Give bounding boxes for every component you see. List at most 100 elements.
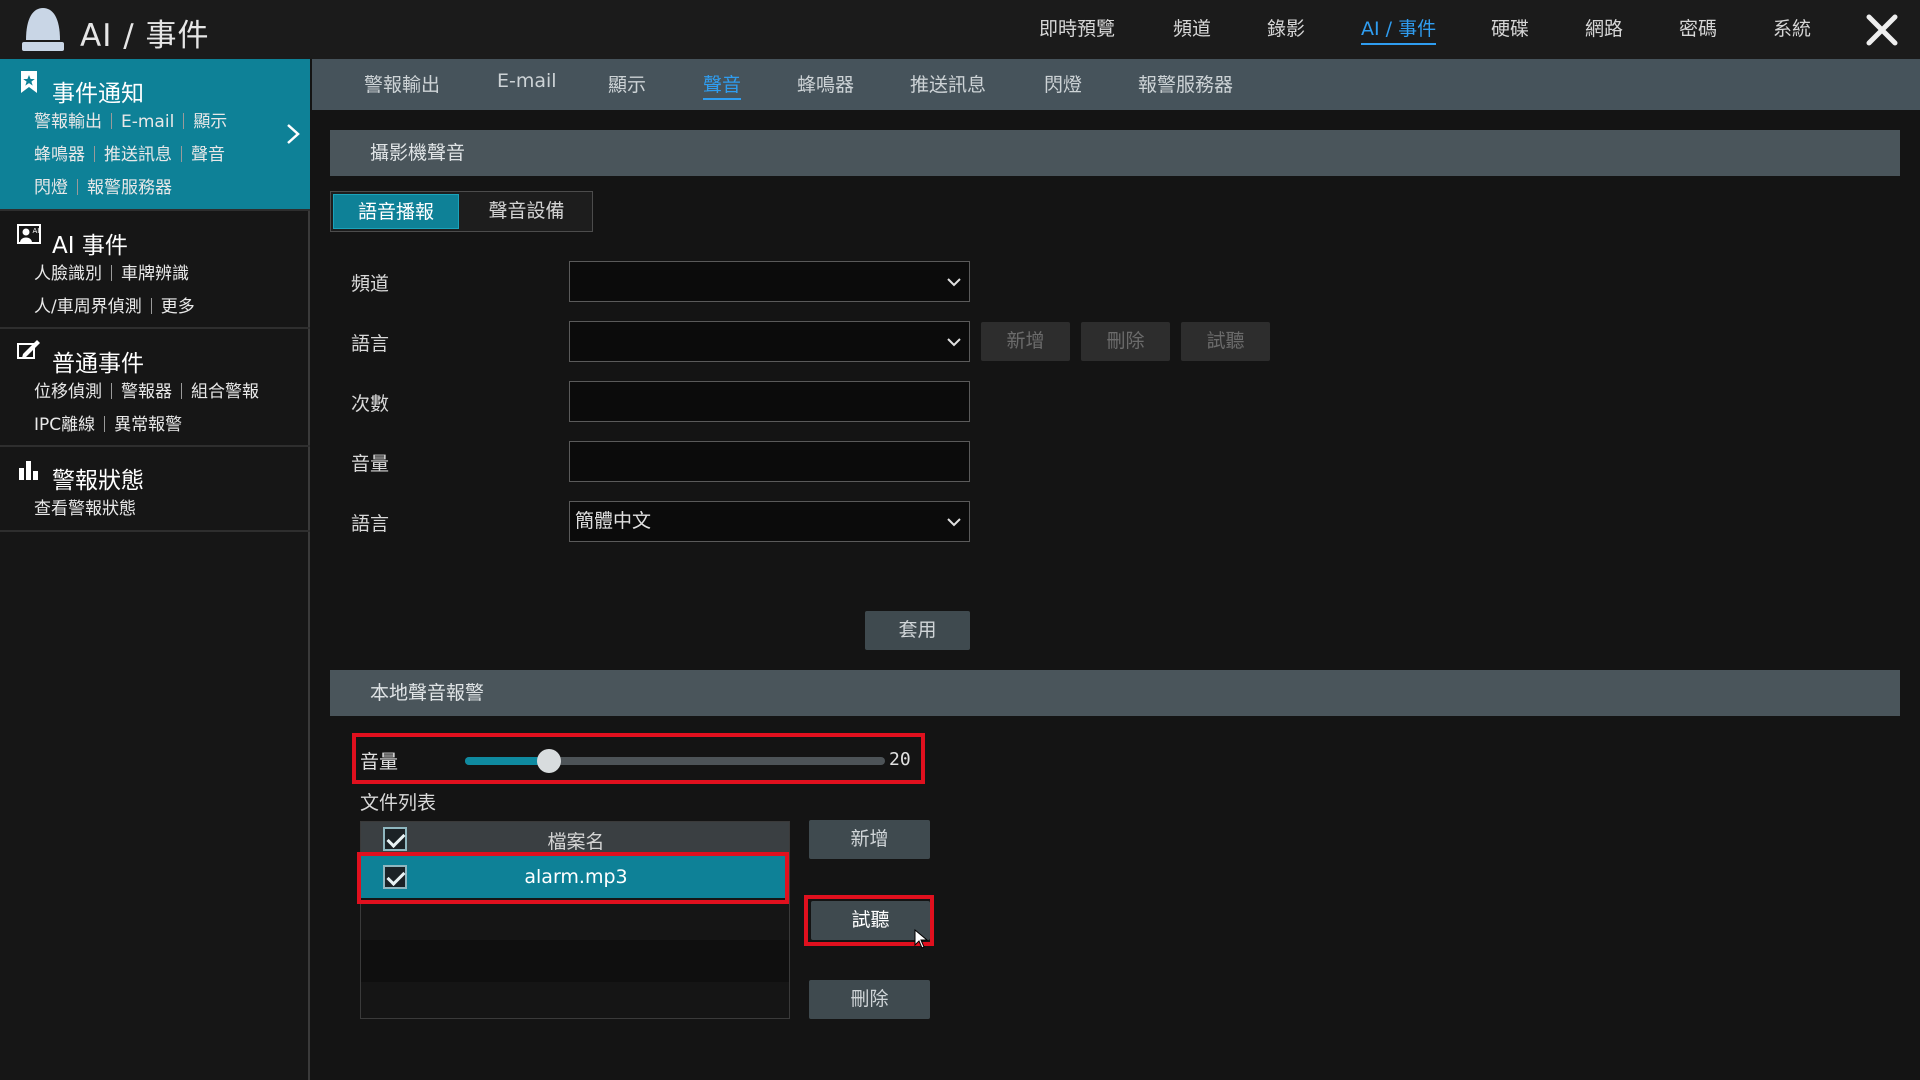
volume-input[interactable] [569, 441, 970, 482]
add-voice-button[interactable]: 新增 [981, 322, 1070, 361]
tab-sound[interactable]: 聲音 [703, 70, 742, 100]
sidebar-group-alarm-status[interactable]: 警報狀態 查看警報狀態 [0, 447, 310, 532]
sidebar-group-title: 普通事件 [52, 351, 144, 377]
nav-password[interactable]: 密碼 [1679, 14, 1717, 41]
sidebar-link-face-recognition[interactable]: 人臉識別 [34, 264, 102, 284]
tab-alarm-output[interactable]: 警報輸出 [364, 70, 440, 97]
volume-slider[interactable] [465, 749, 885, 773]
delete-voice-button[interactable]: 刪除 [1081, 322, 1170, 361]
nav-record[interactable]: 錄影 [1267, 14, 1305, 41]
sidebar-group-title: AI 事件 [52, 233, 128, 259]
divider [183, 113, 185, 129]
volume-label: 音量 [351, 453, 390, 475]
file-list-label: 文件列表 [360, 792, 437, 814]
divider [181, 146, 182, 162]
sidebar-link-sensor[interactable]: 警報器 [121, 382, 172, 402]
sidebar-link-flash[interactable]: 閃燈 [34, 178, 68, 198]
sidebar-link-plate-recognition[interactable]: 車牌辨識 [121, 264, 189, 284]
chevron-down-icon [947, 518, 961, 527]
sidebar-group-title: 事件通知 [52, 81, 144, 107]
nav-ai-event[interactable]: AI / 事件 [1361, 14, 1437, 45]
sidebar-link-push[interactable]: 推送訊息 [104, 145, 172, 165]
sidebar-link-combined-alarm[interactable]: 組合警報 [191, 382, 259, 402]
bookmark-icon [21, 71, 37, 93]
divider [111, 265, 112, 281]
chevron-down-icon [947, 278, 961, 287]
segment-voice-broadcast[interactable]: 語音播報 [333, 194, 459, 229]
channel-label: 頻道 [351, 273, 390, 295]
divider [77, 179, 78, 195]
column-header-filename: 檔案名 [547, 831, 605, 853]
sidebar-group-event-notification[interactable]: 事件通知 警報輸出 E-mail 顯示 蜂鳴器 推送訊息 聲音 閃燈 報警服務器 [0, 59, 310, 211]
sidebar-links: 查看警報狀態 [34, 493, 136, 526]
preview-voice-button[interactable]: 試聽 [1181, 322, 1270, 361]
sound-mode-toggle: 語音播報 聲音設備 [330, 191, 593, 232]
tab-buzzer[interactable]: 蜂鳴器 [797, 70, 854, 97]
tab-email[interactable]: E-mail [497, 70, 557, 92]
app-title: AI / 事件 [80, 18, 210, 54]
language-select[interactable] [569, 321, 970, 362]
mouse-cursor-icon [914, 929, 929, 949]
divider [150, 298, 152, 314]
ai-face-icon: AI [17, 224, 41, 244]
sidebar: 事件通知 警報輸出 E-mail 顯示 蜂鳴器 推送訊息 聲音 閃燈 報警服務器 AI A… [0, 59, 310, 1080]
highlight-box [357, 852, 789, 904]
divider [111, 113, 112, 129]
sidebar-link-more[interactable]: 更多 [161, 297, 195, 317]
bar-chart-icon [19, 461, 38, 480]
sidebar-link-email[interactable]: E-mail [121, 112, 174, 132]
nav-network[interactable]: 網路 [1585, 14, 1623, 41]
close-icon[interactable] [1864, 12, 1900, 48]
tab-flash[interactable]: 閃燈 [1044, 70, 1082, 97]
sidebar-link-ipc-offline[interactable]: IPC離線 [34, 415, 95, 435]
sidebar-links: 人臉識別 車牌辨識 人/車周界偵測 更多 [34, 258, 195, 324]
divider [181, 383, 182, 399]
sidebar-group-general-event[interactable]: 普通事件 位移偵測 警報器 組合警報 IPC離線 異常報警 [0, 329, 310, 447]
chevron-right-icon[interactable] [284, 122, 302, 146]
count-label: 次數 [351, 393, 390, 415]
sidebar-link-alarm-output[interactable]: 警報輸出 [34, 112, 102, 132]
table-row-empty [361, 940, 789, 982]
tab-alarm-server[interactable]: 報警服務器 [1138, 70, 1233, 97]
sidebar-link-alarm-server[interactable]: 報警服務器 [87, 178, 172, 198]
sidebar-link-sound[interactable]: 聲音 [191, 145, 225, 165]
table-row-empty [361, 898, 789, 940]
delete-file-button[interactable]: 刪除 [809, 980, 930, 1019]
sidebar-link-view-alarm-status[interactable]: 查看警報狀態 [34, 499, 136, 519]
count-input[interactable] [569, 381, 970, 422]
language2-select[interactable]: 簡體中文 [569, 501, 970, 542]
chevron-down-icon [947, 338, 961, 347]
alarm-light-icon [22, 8, 64, 51]
tab-push[interactable]: 推送訊息 [910, 70, 986, 97]
divider [104, 416, 106, 432]
channel-select[interactable] [569, 261, 970, 302]
sidebar-group-ai-event[interactable]: AI AI 事件 人臉識別 車牌辨識 人/車周界偵測 更多 [0, 211, 310, 329]
sidebar-links: 位移偵測 警報器 組合警報 IPC離線 異常報警 [34, 376, 259, 442]
divider [111, 383, 112, 399]
volume-slider-handle[interactable] [537, 749, 561, 773]
nav-channel[interactable]: 頻道 [1173, 14, 1211, 41]
add-file-button[interactable]: 新增 [809, 820, 930, 859]
select-all-checkbox[interactable] [383, 827, 407, 851]
svg-text:AI: AI [33, 227, 40, 235]
top-bar: AI / 事件 即時預覽 頻道 錄影 AI / 事件 硬碟 網路 密碼 系統 [0, 0, 1920, 59]
sidebar-link-buzzer[interactable]: 蜂鳴器 [34, 145, 85, 165]
segment-sound-device[interactable]: 聲音設備 [463, 194, 590, 229]
nav-live-view[interactable]: 即時預覽 [1039, 14, 1115, 41]
volume-value: 20 [889, 749, 911, 770]
sidebar-link-exception[interactable]: 異常報警 [114, 415, 182, 435]
section-header-camera-sound: 攝影機聲音 [330, 130, 1900, 176]
nav-system[interactable]: 系統 [1773, 14, 1811, 41]
sidebar-links: 警報輸出 E-mail 顯示 蜂鳴器 推送訊息 聲音 閃燈 報警服務器 [34, 106, 227, 205]
sidebar-link-motion[interactable]: 位移偵測 [34, 382, 102, 402]
sidebar-link-perimeter[interactable]: 人/車周界偵測 [34, 297, 142, 317]
language2-value: 簡體中文 [575, 510, 652, 532]
nav-disk[interactable]: 硬碟 [1491, 14, 1529, 41]
file-table: 檔案名 alarm.mp3 [360, 821, 790, 1019]
apply-button[interactable]: 套用 [865, 611, 970, 650]
sub-tabs: 警報輸出 E-mail 顯示 聲音 蜂鳴器 推送訊息 閃燈 報警服務器 [312, 59, 1920, 110]
event-pen-icon [17, 340, 40, 359]
tab-display[interactable]: 顯示 [608, 70, 646, 97]
section-header-local-alarm: 本地聲音報警 [330, 670, 1900, 716]
sidebar-link-display[interactable]: 顯示 [193, 112, 227, 132]
